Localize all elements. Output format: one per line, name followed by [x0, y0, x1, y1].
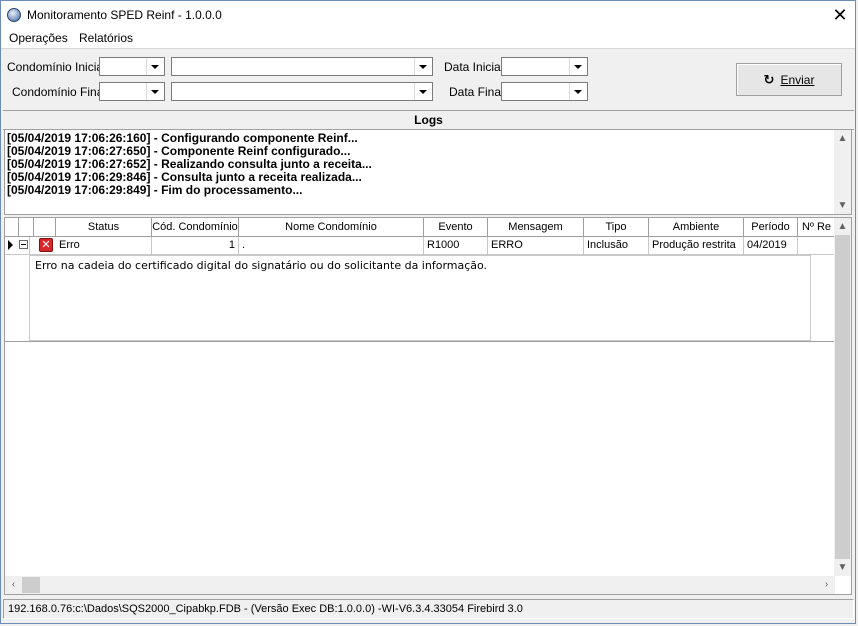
status-bar: 192.168.0.76:c:\Dados\SQS2000_Cipabkp.FD… — [3, 599, 854, 619]
column-evento[interactable]: Evento — [424, 218, 488, 236]
scroll-up-icon[interactable]: ▲ — [834, 130, 851, 147]
scroll-down-icon[interactable]: ▼ — [834, 197, 851, 214]
column-mensagem[interactable]: Mensagem — [488, 218, 584, 236]
condominio-inicial-code-combo[interactable] — [99, 57, 165, 76]
scroll-left-icon[interactable]: ‹ — [5, 576, 22, 593]
column-status[interactable]: Status — [56, 218, 152, 236]
error-detail-text: Erro na cadeia do certificado digital do… — [35, 259, 488, 272]
grid-horizontal-scrollbar[interactable]: ‹ › — [5, 576, 835, 594]
chevron-down-icon[interactable] — [414, 58, 432, 75]
column-ambiente[interactable]: Ambiente — [649, 218, 744, 236]
cell-periodo: 04/2019 — [744, 237, 798, 254]
column-cod-condominio[interactable]: Cód. Condomínio — [152, 218, 239, 236]
chevron-down-icon[interactable] — [146, 83, 164, 100]
data-final-combo[interactable] — [501, 82, 588, 101]
logs-vertical-scrollbar[interactable]: ▲ ▼ — [834, 130, 851, 214]
header-icon — [34, 218, 56, 236]
data-final-label: Data Final — [449, 85, 504, 99]
condominio-inicial-label: Condomínio Inicial — [7, 60, 106, 74]
cell-evento: R1000 — [424, 237, 488, 254]
cell-cod-condominio: 1 — [152, 237, 239, 254]
scroll-right-icon[interactable]: › — [818, 576, 835, 593]
error-x-icon: ✕ — [39, 238, 53, 252]
column-nome-condominio[interactable]: Nome Condomínio — [239, 218, 424, 236]
chevron-down-icon[interactable] — [569, 58, 587, 75]
cell-status: Erro — [56, 237, 152, 254]
enviar-button[interactable]: ↻ Enviar — [736, 63, 842, 96]
column-tipo[interactable]: Tipo — [584, 218, 649, 236]
filter-panel: Condomínio Inicial Data Inicial Condomín… — [1, 49, 855, 109]
condominio-final-name-combo[interactable] — [171, 82, 433, 101]
header-indicator — [5, 218, 19, 236]
refresh-icon: ↻ — [763, 71, 775, 87]
log-line: [05/04/2019 17:06:29:849] - Fim do proce… — [7, 183, 303, 197]
log-line: [05/04/2019 17:06:27:650] - Componente R… — [7, 144, 351, 158]
chevron-down-icon[interactable] — [569, 83, 587, 100]
title-bar: Monitoramento SPED Reinf - 1.0.0.0 ✕ — [1, 1, 855, 29]
log-line: [05/04/2019 17:06:26:160] - Configurando… — [7, 131, 358, 145]
grid-header: Status Cód. Condomínio Nome Condomínio E… — [5, 218, 835, 237]
cell-mensagem: ERRO — [488, 237, 584, 254]
data-inicial-combo[interactable] — [501, 57, 588, 76]
header-expand — [19, 218, 34, 236]
logs-box[interactable]: [05/04/2019 17:06:26:160] - Configurando… — [4, 129, 852, 215]
scroll-up-icon[interactable]: ▲ — [834, 218, 851, 235]
menu-relatorios[interactable]: Relatórios — [79, 31, 133, 45]
log-line: [05/04/2019 17:06:29:846] - Consulta jun… — [7, 170, 362, 184]
table-row[interactable]: ✕ Erro 1 . R1000 ERRO Inclusão Produção … — [5, 237, 835, 255]
window-title: Monitoramento SPED Reinf - 1.0.0.0 — [27, 8, 222, 22]
condominio-final-code-combo[interactable] — [99, 82, 165, 101]
app-globe-icon — [7, 8, 21, 22]
error-detail-panel: Erro na cadeia do certificado digital do… — [29, 255, 811, 341]
horizontal-scroll-thumb[interactable] — [22, 577, 40, 593]
cell-ambiente: Produção restrita — [649, 237, 744, 254]
detail-gutter — [5, 237, 30, 341]
close-button[interactable]: ✕ — [825, 1, 855, 29]
grid-separator — [5, 341, 835, 342]
logs-header: Logs — [3, 110, 854, 130]
condominio-inicial-name-combo[interactable] — [171, 57, 433, 76]
data-inicial-label: Data Inicial — [444, 60, 504, 74]
scroll-down-icon[interactable]: ▼ — [834, 559, 851, 576]
chevron-down-icon[interactable] — [414, 83, 432, 100]
cell-nome-condominio: . — [239, 237, 424, 254]
column-numero-recibo[interactable]: Nº Re — [798, 218, 835, 236]
enviar-label: Enviar — [780, 72, 815, 87]
chevron-down-icon[interactable] — [146, 58, 164, 75]
condominio-final-label: Condomínio Final — [12, 85, 107, 99]
column-periodo[interactable]: Período — [744, 218, 798, 236]
menu-bar: Operações Relatórios — [1, 29, 855, 49]
grid-vertical-scrollbar[interactable]: ▲ ▼ — [834, 218, 851, 576]
vertical-scroll-thumb[interactable] — [835, 235, 850, 559]
main-window: Monitoramento SPED Reinf - 1.0.0.0 ✕ Ope… — [0, 0, 856, 624]
results-grid: Status Cód. Condomínio Nome Condomínio E… — [4, 217, 852, 595]
menu-operacoes[interactable]: Operações — [9, 31, 68, 45]
cell-tipo: Inclusão — [584, 237, 649, 254]
log-line: [05/04/2019 17:06:27:652] - Realizando c… — [7, 157, 372, 171]
